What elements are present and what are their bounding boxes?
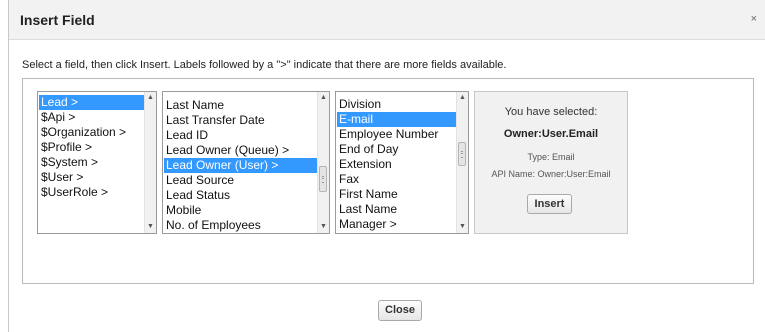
arrow-down-icon[interactable]: ▼	[457, 221, 468, 233]
scrollbar[interactable]: ▲ ▼	[456, 92, 468, 233]
scrollbar-thumb[interactable]	[458, 142, 466, 166]
list-item[interactable]: Manager >	[337, 217, 456, 232]
close-icon[interactable]: ×	[751, 13, 757, 25]
list-item[interactable]: Division	[337, 97, 456, 112]
insert-button[interactable]: Insert	[527, 194, 572, 214]
instructions-text: Select a field, then click Insert. Label…	[22, 59, 507, 71]
list-item[interactable]: First Name	[337, 187, 456, 202]
list-item[interactable]: Mobile	[164, 203, 317, 218]
arrow-down-icon[interactable]: ▼	[145, 221, 156, 233]
list-item[interactable]: Last Name	[164, 98, 317, 113]
field-api-name: API Name: Owner:User:Email	[491, 169, 611, 179]
close-button[interactable]: Close	[378, 300, 422, 321]
list-item[interactable]: Lead Source	[164, 173, 317, 188]
list-item[interactable]: Fax	[337, 172, 456, 187]
lead-field-listbox[interactable]: Last Name Last Transfer Date Lead ID Lea…	[162, 91, 330, 234]
selection-info-panel: You have selected: Owner:User.Email Type…	[474, 91, 628, 234]
list-item[interactable]: Extension	[337, 157, 456, 172]
list-item[interactable]: Employee Number	[337, 127, 456, 142]
scrollbar[interactable]: ▲ ▼	[144, 92, 156, 233]
list-item[interactable]: Lead Status	[164, 188, 317, 203]
list-item[interactable]: $Organization >	[39, 125, 144, 140]
list-item[interactable]: $Profile >	[39, 140, 144, 155]
list-item[interactable]: End of Day	[337, 142, 456, 157]
user-field-listbox[interactable]: Division E-mail Employee Number End of D…	[335, 91, 469, 234]
list-item[interactable]: $User >	[39, 170, 144, 185]
dialog-title: Insert Field	[20, 12, 95, 28]
list-item[interactable]: E-mail	[337, 112, 456, 127]
arrow-up-icon[interactable]: ▲	[318, 92, 329, 104]
list-item[interactable]: No. of Employees	[164, 218, 317, 233]
scrollbar[interactable]: ▲ ▼	[317, 92, 329, 233]
list-item[interactable]: Lead Owner (Queue) >	[164, 143, 317, 158]
list-item[interactable]: Lead Owner (User) >	[164, 158, 317, 173]
arrow-down-icon[interactable]: ▼	[318, 221, 329, 233]
list-item[interactable]: $UserRole >	[39, 185, 144, 200]
list-item[interactable]: Last Name	[337, 202, 456, 217]
arrow-up-icon[interactable]: ▲	[457, 92, 468, 104]
field-type: Type: Email	[527, 152, 575, 162]
dialog-title-bar: Insert Field ×	[9, 0, 765, 40]
list-item[interactable]: Lead ID	[164, 128, 317, 143]
list-item[interactable]: $System >	[39, 155, 144, 170]
list-item[interactable]: Lead >	[39, 95, 144, 110]
insert-field-dialog: Insert Field × Select a field, then clic…	[8, 0, 765, 332]
scrollbar-thumb[interactable]	[319, 166, 327, 192]
list-item[interactable]: $Api >	[39, 110, 144, 125]
list-item[interactable]: Last Transfer Date	[164, 113, 317, 128]
arrow-up-icon[interactable]: ▲	[145, 92, 156, 104]
selection-caption: You have selected:	[504, 106, 598, 118]
object-listbox[interactable]: Lead > $Api > $Organization > $Profile >…	[37, 91, 157, 234]
selected-field-name: Owner:User.Email	[503, 128, 599, 140]
